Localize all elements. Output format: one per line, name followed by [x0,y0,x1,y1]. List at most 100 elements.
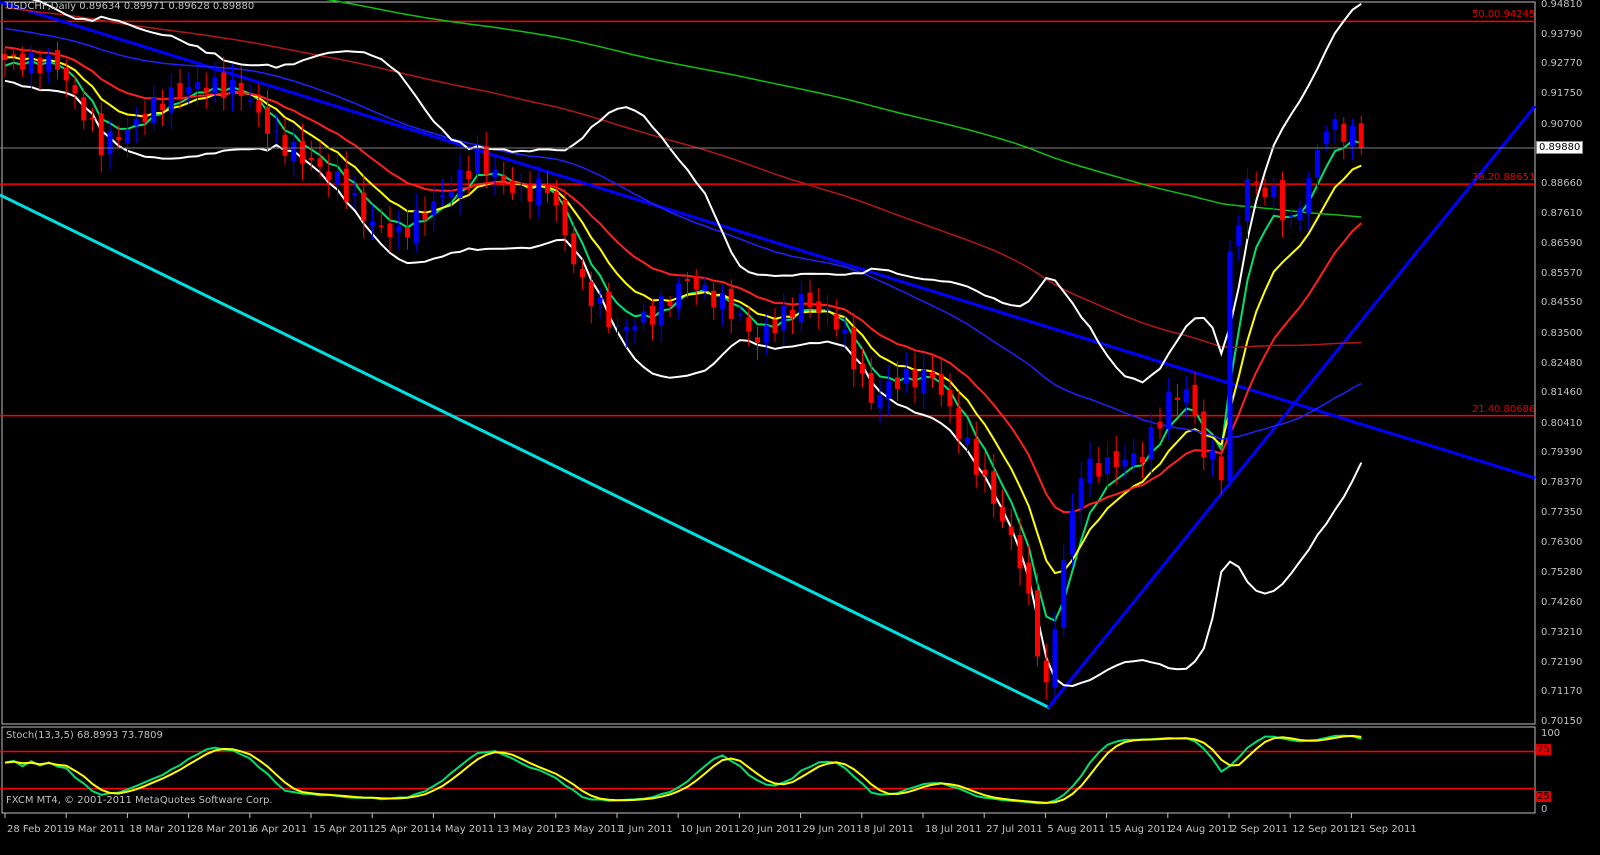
candle-body [422,212,428,220]
candle-body [378,225,384,227]
candle-body [317,158,323,167]
price-tick: 0.93790 [1541,28,1583,40]
candle [1201,399,1207,471]
candle [886,364,892,417]
candle-body [1227,251,1233,482]
candle-body [737,314,743,316]
candle-body [510,180,515,193]
candle-body [1236,225,1242,247]
candle [965,420,970,452]
candle-body [160,103,165,111]
candle [1280,171,1285,238]
trendlines[interactable] [0,0,1537,710]
candle-body [1052,629,1058,688]
candle [387,206,393,253]
candle-body [116,136,122,141]
candle-body [571,233,577,265]
candle-body [781,305,787,331]
candle [501,161,507,195]
candle [518,173,524,203]
candle-body [361,192,367,221]
bollinger-lower-band [4,79,1363,688]
blue-up-trendline[interactable] [1046,105,1537,709]
date-label: 18 Jul 2011 [925,824,982,835]
candle-body [588,281,594,307]
candle [1210,438,1215,477]
fibo-level-label: 38.2 [1472,172,1495,184]
candle-body [501,175,507,181]
price-tick: 0.72190 [1541,656,1583,668]
stoch-level-75: 75 [1536,744,1551,755]
candle-body [851,327,857,370]
candle [492,155,498,196]
candle-body [921,369,927,393]
candle-body [20,53,25,70]
date-label: 18 Mar 2011 [129,824,193,835]
candle [1000,489,1005,529]
candle-body [833,313,839,330]
candle [816,287,822,330]
candle-body [448,192,454,197]
candle-body [956,408,962,439]
candle-body [1288,216,1294,218]
candle [273,113,279,144]
candle-body [947,389,953,407]
candle [790,297,795,334]
price-tick: 0.85570 [1541,267,1583,279]
candle-body [46,55,52,72]
candle-body [230,79,235,95]
candle [413,193,419,253]
candle-body [63,67,69,81]
candle [693,268,699,306]
candle-body [387,223,393,238]
price-tick: 0.79390 [1541,447,1583,459]
date-label: 6 Apr 2011 [251,824,308,835]
candle-body [1350,125,1355,147]
price-tick: 0.76300 [1541,537,1583,549]
candle [98,102,104,173]
candle-body [28,52,34,74]
candle [1236,214,1242,261]
candle-body [527,184,533,202]
candle-body [886,380,892,399]
candle-body [1253,181,1259,183]
date-label: 15 Apr 2011 [313,824,375,835]
candle-body [1096,462,1102,477]
candle-body [1218,456,1224,481]
candle-body [405,226,410,238]
candle [536,166,542,218]
candle [545,171,550,203]
candle [133,106,139,143]
price-tick: 0.71170 [1541,686,1583,698]
fibo-price-label: 0.88651 [1494,172,1536,184]
candle-body [475,150,480,174]
candle [938,356,944,407]
price-tick: 0.91750 [1541,87,1583,99]
date-label: 23 May 2011 [557,824,624,835]
candle [230,63,235,112]
candle [483,131,489,189]
candle [55,41,60,80]
candle [1192,372,1198,425]
candle [440,179,445,207]
candle [151,84,157,131]
candle-body [1341,123,1347,142]
candle [1157,407,1163,440]
candle [168,73,174,130]
date-label: 29 Jun 2011 [802,824,863,835]
price-tick: 0.84550 [1541,297,1583,309]
price-chart[interactable] [0,0,1600,855]
price-tick: 0.74260 [1541,596,1583,608]
candle-body [615,325,620,327]
candle [720,284,725,327]
candle [781,293,787,347]
candle [825,294,830,327]
date-label: 8 Jul 2011 [863,824,915,835]
candle [1175,384,1180,417]
candle-body [711,290,717,308]
candle [142,100,148,136]
candle-body [1017,535,1023,569]
candle-body [545,183,550,193]
candle-body [1183,389,1189,403]
candle-body [1262,187,1268,198]
